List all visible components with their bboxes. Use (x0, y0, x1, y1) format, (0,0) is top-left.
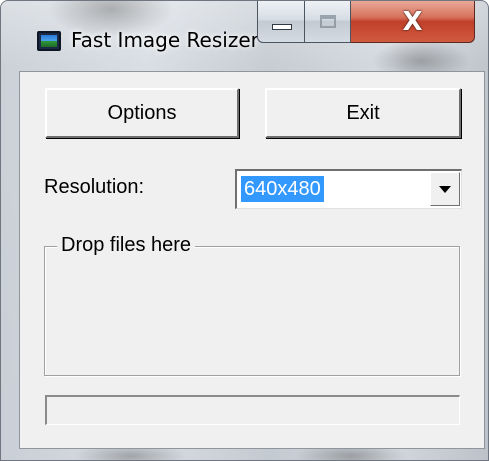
caption-buttons: X (257, 1, 475, 43)
drop-files-label: Drop files here (57, 234, 196, 257)
exit-button[interactable]: Exit (265, 88, 461, 138)
options-button[interactable]: Options (45, 88, 239, 138)
app-window: Fast Image Resizer X Options Exit Resolu… (0, 0, 489, 461)
resolution-selected-value[interactable]: 640x480 (241, 176, 324, 202)
landscape-picture-icon[interactable] (37, 31, 61, 51)
minimize-icon (272, 24, 292, 30)
close-button[interactable]: X (351, 1, 475, 43)
dropdown-arrow-button[interactable] (430, 172, 460, 206)
minimize-button[interactable] (257, 1, 305, 43)
client-area: Options Exit Resolution: 640x480 Drop fi… (19, 71, 485, 449)
progress-bar (45, 395, 460, 425)
window-title: Fast Image Resizer (71, 28, 259, 52)
drop-files-area[interactable]: Drop files here (44, 234, 460, 376)
app-icon-land (41, 41, 57, 47)
maximize-icon (320, 15, 336, 28)
chevron-down-icon (439, 185, 451, 193)
resolution-label: Resolution: (44, 176, 145, 198)
close-icon: X (402, 7, 423, 37)
title-bar[interactable]: Fast Image Resizer X (1, 1, 488, 71)
maximize-button (305, 1, 351, 43)
resolution-dropdown[interactable]: 640x480 (235, 169, 462, 209)
